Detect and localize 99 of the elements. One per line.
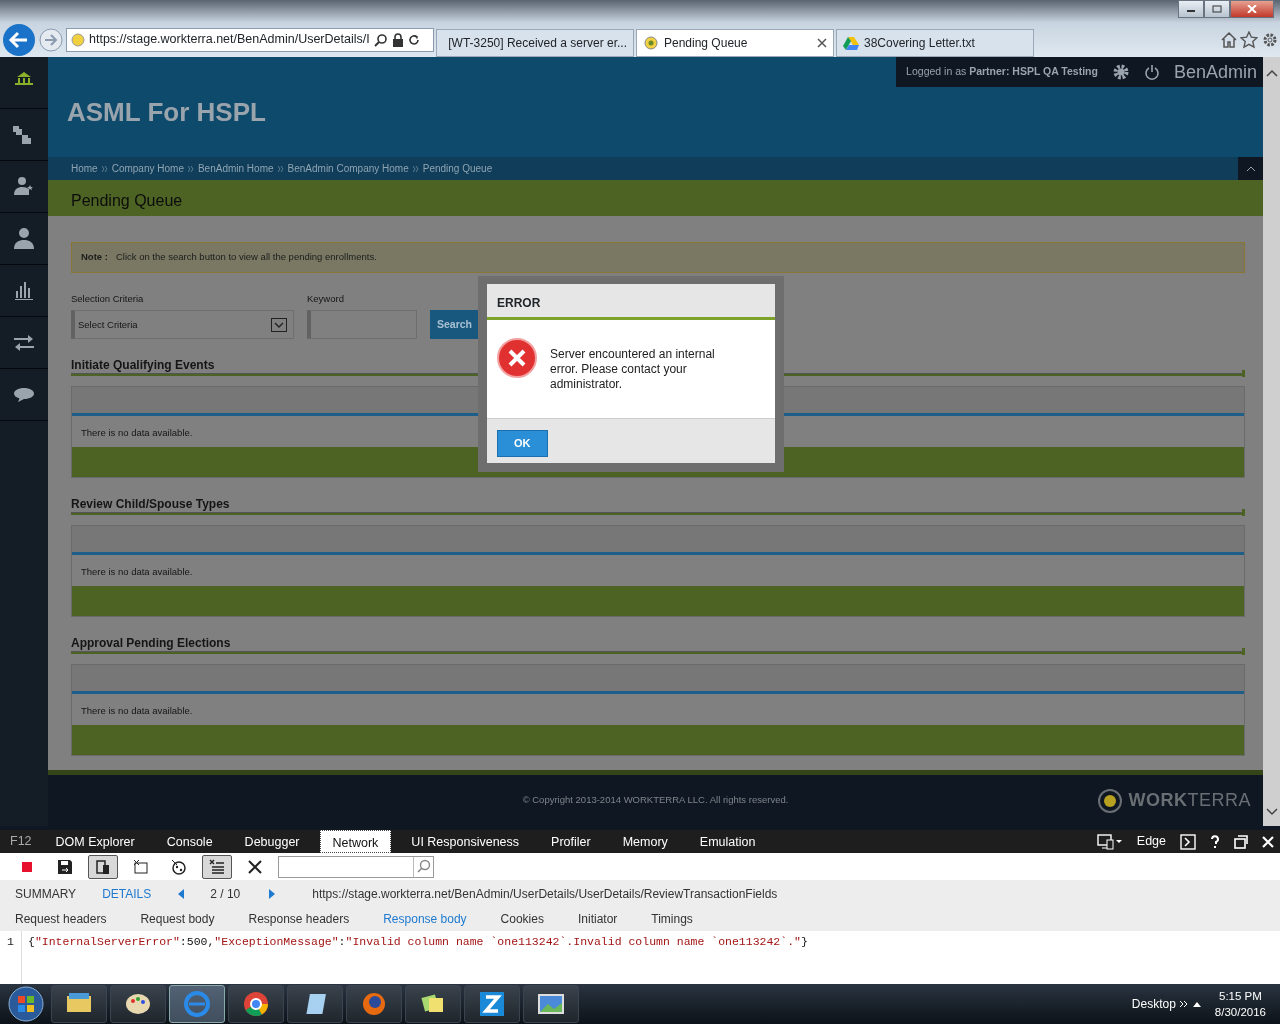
desktop-toolbar[interactable]: Desktop: [1131, 995, 1176, 1013]
empty-message: There is no data available.: [81, 705, 193, 717]
devtools-tab[interactable]: Memory: [610, 830, 680, 853]
detail-tab[interactable]: Cookies: [500, 910, 544, 928]
detail-tab[interactable]: Request headers: [15, 910, 107, 928]
help-icon[interactable]: [1210, 833, 1220, 850]
app-name: BenAdmin: [1173, 60, 1257, 84]
entry-counter: 2 / 10: [210, 885, 241, 903]
scrollbar[interactable]: [1263, 57, 1280, 826]
close-button[interactable]: [1230, 0, 1274, 18]
field-label: Selection Criteria: [71, 292, 145, 306]
close-icon: [1247, 5, 1257, 13]
cache-icon[interactable]: [95, 858, 111, 875]
view-tab[interactable]: DETAILS: [102, 884, 152, 903]
section-title: Approval Pending Elections: [71, 636, 231, 651]
empty-message: There is no data available.: [81, 427, 193, 439]
back-icon[interactable]: [2, 22, 36, 57]
settings-icon[interactable]: [1111, 63, 1130, 81]
device-icon[interactable]: [1096, 833, 1123, 850]
breadcrumb-link[interactable]: BenAdmin Company Home: [287, 161, 409, 176]
note-text: Click on the search button to view all the pending enrollments.: [115, 250, 377, 265]
note-label: Note :: [81, 250, 108, 265]
tab-icon: [843, 35, 859, 51]
page-title: Pending Queue: [48, 180, 1263, 216]
lock-icon: [391, 32, 404, 47]
favorites-icon[interactable]: [1240, 30, 1258, 49]
devtools-tab[interactable]: DOM Explorer: [43, 830, 147, 853]
console-icon[interactable]: [1180, 833, 1196, 850]
devtools-tab[interactable]: Profiler: [539, 830, 603, 853]
empty-message: There is no data available.: [81, 566, 193, 578]
refresh-icon[interactable]: [407, 32, 420, 47]
scroll-down-icon[interactable]: [1265, 808, 1278, 816]
request-url: https://stage.workterra.net/BenAdmin/UserDetails/UserDetails/ReviewTransactionFields: [312, 885, 778, 903]
dropdown-icon: [271, 317, 287, 332]
breadcrumb-link[interactable]: Company Home: [111, 161, 184, 176]
error-icon: [497, 338, 537, 378]
save-icon[interactable]: [57, 858, 73, 875]
undock-icon[interactable]: [1234, 834, 1248, 849]
tray-arrow-icon[interactable]: [1191, 1000, 1202, 1008]
devtools-tab[interactable]: Emulation: [687, 830, 768, 853]
scroll-up-icon[interactable]: [1265, 69, 1278, 77]
cookie-icon[interactable]: [171, 858, 187, 875]
criteria-dropdown[interactable]: Select Criteria: [71, 310, 294, 340]
minimize-button[interactable]: [1178, 0, 1204, 18]
field-label: Keyword: [307, 292, 345, 306]
devtools-tab[interactable]: UI Responsiveness: [399, 830, 532, 853]
detail-tab[interactable]: Request body: [140, 910, 215, 928]
globe-logo-icon: [1097, 787, 1124, 814]
address-field[interactable]: https://stage.workterra.net/BenAdmin/UserDetails/I: [66, 27, 434, 52]
site-title: ASML For HSPL: [67, 96, 266, 129]
code-line: {"InternalServerError":500,"ExceptionMessage":"Invalid column name `one113242`.Invalid column name `one113242`."}: [27, 934, 808, 950]
keyword-field[interactable]: [307, 310, 417, 340]
list-icon[interactable]: [209, 858, 225, 875]
tab-icon: [643, 35, 659, 51]
dialog-message: Server encountered an internal error. Please contact your administrator.: [550, 346, 716, 393]
browser-tab[interactable]: 38Covering Letter.txt: [836, 29, 1034, 57]
section-title: Initiate Qualifying Events: [71, 358, 215, 373]
devtools-tab[interactable]: Network: [319, 830, 392, 853]
separator-icon: [277, 164, 284, 173]
maximize-button[interactable]: [1204, 0, 1230, 18]
detail-tab[interactable]: Response headers: [248, 910, 350, 928]
dialog-title: ERROR: [487, 284, 775, 320]
clear-icon[interactable]: [247, 858, 263, 875]
devtools-tab[interactable]: Debugger: [232, 830, 312, 853]
clock-date[interactable]: 8/30/2016: [1214, 1004, 1266, 1020]
detail-tab[interactable]: Timings: [651, 910, 693, 928]
restore-icon: [1212, 5, 1222, 13]
home-icon[interactable]: [1220, 30, 1238, 49]
address-text: https://stage.workterra.net/BenAdmin/UserDetails/I: [89, 31, 370, 49]
f12-label: F12: [9, 833, 33, 851]
expand-icon[interactable]: [1178, 1000, 1189, 1008]
power-icon[interactable]: [1143, 64, 1160, 80]
breadcrumb-link[interactable]: BenAdmin Home: [197, 161, 274, 176]
breadcrumb-link[interactable]: Pending Queue: [422, 161, 493, 176]
separator-icon: [412, 164, 419, 173]
caret-icon: [1245, 165, 1256, 172]
clear-entries-icon[interactable]: [133, 858, 149, 875]
separator-icon: [187, 164, 194, 173]
ok-button[interactable]: OK: [497, 430, 548, 457]
login-text: Logged in as Partner: HSPL QA Testing: [906, 64, 1098, 80]
browser-tab[interactable]: [WT-3250] Received a server er...: [436, 29, 634, 57]
emulation-mode[interactable]: Edge: [1136, 832, 1166, 851]
filter-field[interactable]: [278, 855, 434, 878]
previous-icon[interactable]: [177, 888, 186, 899]
search-icon[interactable]: [373, 32, 388, 47]
breadcrumb-link[interactable]: Home: [71, 161, 98, 176]
separator-icon: [101, 164, 108, 173]
copyright-text: © Copyright 2013-2014 WORKTERRA LLC. All rights reserved.: [522, 793, 789, 808]
browser-tab[interactable]: Pending Queue: [636, 29, 834, 57]
view-tab[interactable]: SUMMARY: [15, 884, 77, 903]
next-icon[interactable]: [268, 888, 277, 899]
devtools-tab[interactable]: Console: [154, 830, 225, 853]
site-icon: [71, 32, 85, 47]
brand-name: WORKTERRA: [1128, 789, 1251, 812]
close-icon[interactable]: [817, 38, 827, 48]
section-title: Review Child/Spouse Types: [71, 497, 230, 512]
clock-time[interactable]: 5:15 PM: [1214, 988, 1266, 1004]
detail-tab[interactable]: Initiator: [577, 910, 618, 928]
detail-tab[interactable]: Response body: [383, 910, 467, 928]
